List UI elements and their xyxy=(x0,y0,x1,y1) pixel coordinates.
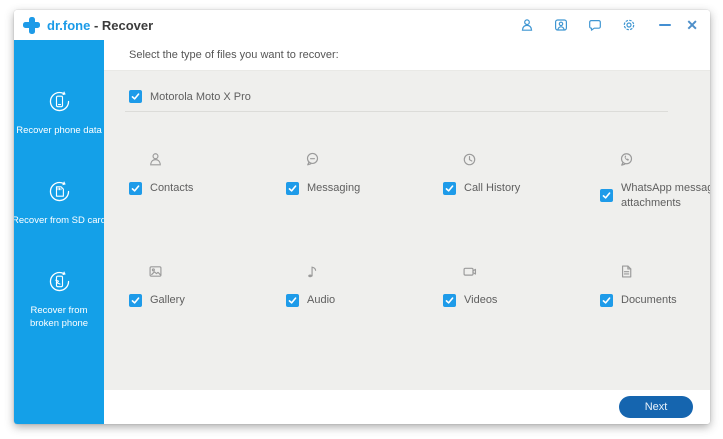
gallery-checkbox[interactable] xyxy=(129,294,142,307)
file-type-label: WhatsApp messages & attachments xyxy=(621,181,710,211)
checkbox-row[interactable]: Audio xyxy=(286,293,443,308)
file-type-documents: Documents xyxy=(600,263,710,308)
checkbox-row[interactable]: Documents xyxy=(600,293,710,308)
sidebar-item-recover-from-broken-phone[interactable]: Recover from broken phone xyxy=(14,266,104,356)
file-type-messaging: Messaging xyxy=(286,151,443,211)
file-type-label: Messaging xyxy=(307,181,360,196)
page-title: Select the type of files you want to rec… xyxy=(129,49,339,61)
main-panel: Select the type of files you want to rec… xyxy=(104,40,710,424)
gear-icon[interactable] xyxy=(621,17,637,33)
file-type-contacts: Contacts xyxy=(129,151,286,211)
file-type-label: Contacts xyxy=(150,181,193,196)
device-name-label: Motorola Moto X Pro xyxy=(150,91,251,103)
file-type-label: Documents xyxy=(621,293,677,308)
document-icon xyxy=(618,263,635,280)
checkbox-row[interactable]: Videos xyxy=(443,293,600,308)
checkbox-row[interactable]: Messaging xyxy=(286,181,443,196)
videos-checkbox[interactable] xyxy=(443,294,456,307)
file-type-audio: Audio xyxy=(286,263,443,308)
audio-checkbox[interactable] xyxy=(286,294,299,307)
image-icon xyxy=(147,263,164,280)
call-history-checkbox[interactable] xyxy=(443,182,456,195)
titlebar-icons xyxy=(519,17,637,33)
clock-icon xyxy=(461,151,478,168)
file-type-label: Audio xyxy=(307,293,335,308)
recover-broken-phone-icon xyxy=(44,266,75,297)
content-header: Select the type of files you want to rec… xyxy=(104,40,710,71)
sidebar: Recover phone data Recover from SD card xyxy=(14,40,104,424)
checkbox-row[interactable]: Call History xyxy=(443,181,600,196)
app-window: dr.fone - Recover xyxy=(14,10,710,424)
checkbox-row[interactable]: Contacts xyxy=(129,181,286,196)
titlebar: dr.fone - Recover xyxy=(14,10,710,40)
minimize-icon[interactable] xyxy=(659,24,671,26)
video-camera-icon xyxy=(461,263,478,280)
drfone-logo-icon xyxy=(23,17,40,34)
file-type-row-2: Gallery Audio xyxy=(129,263,710,308)
recover-sd-card-icon xyxy=(44,176,75,207)
checkbox-row[interactable]: WhatsApp messages & attachments xyxy=(600,181,710,211)
sidebar-item-label: Recover from broken phone xyxy=(14,305,104,331)
file-type-label: Gallery xyxy=(150,293,185,308)
contact-icon xyxy=(147,151,164,168)
whatsapp-icon xyxy=(618,151,635,168)
contacts-checkbox[interactable] xyxy=(129,182,142,195)
documents-checkbox[interactable] xyxy=(600,294,613,307)
chat-bubble-icon[interactable] xyxy=(587,17,603,33)
file-type-label: Call History xyxy=(464,181,520,196)
sidebar-item-label: Recover phone data xyxy=(14,125,105,138)
checkbox-row[interactable]: Gallery xyxy=(129,293,286,308)
file-type-whatsapp: WhatsApp messages & attachments xyxy=(600,151,710,211)
sidebar-item-label: Recover from SD card xyxy=(14,215,109,228)
file-type-gallery: Gallery xyxy=(129,263,286,308)
recover-phone-icon xyxy=(44,86,75,117)
window-controls: ✕ xyxy=(659,18,698,32)
device-checkbox[interactable] xyxy=(129,90,142,103)
account-box-icon[interactable] xyxy=(553,17,569,33)
next-button[interactable]: Next xyxy=(619,396,693,418)
window-title-suffix: - Recover xyxy=(90,18,153,33)
brand-name: dr.fone xyxy=(47,18,90,33)
file-type-row-1: Contacts Messaging xyxy=(129,151,710,211)
file-type-call-history: Call History xyxy=(443,151,600,211)
messaging-checkbox[interactable] xyxy=(286,182,299,195)
device-row[interactable]: Motorola Moto X Pro xyxy=(129,90,710,103)
sidebar-item-recover-from-sd-card[interactable]: Recover from SD card xyxy=(14,176,104,266)
window-title: dr.fone - Recover xyxy=(47,18,153,33)
whatsapp-checkbox[interactable] xyxy=(600,189,613,202)
close-icon[interactable]: ✕ xyxy=(686,18,698,32)
file-type-videos: Videos xyxy=(443,263,600,308)
message-bubble-icon xyxy=(304,151,321,168)
sidebar-item-recover-phone-data[interactable]: Recover phone data xyxy=(14,86,104,176)
file-type-label: Videos xyxy=(464,293,497,308)
divider xyxy=(125,111,668,112)
user-icon[interactable] xyxy=(519,17,535,33)
bottom-bar: Next xyxy=(104,390,710,424)
music-note-icon xyxy=(304,263,321,280)
